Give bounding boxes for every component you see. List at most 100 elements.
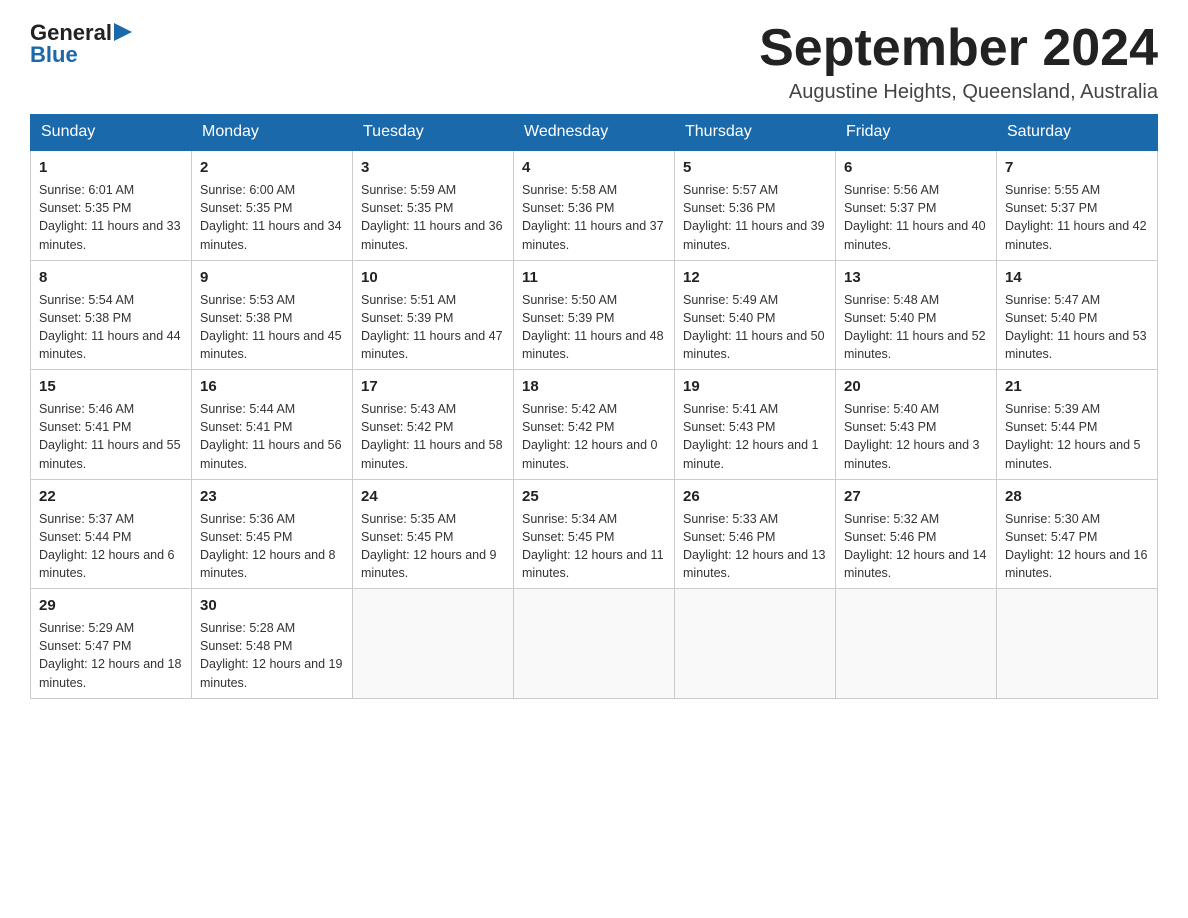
calendar-day-cell [514,589,675,699]
day-number: 15 [39,376,183,397]
day-info: Sunrise: 5:48 AMSunset: 5:40 PMDaylight:… [844,291,988,364]
calendar-day-cell: 15 Sunrise: 5:46 AMSunset: 5:41 PMDayligh… [31,370,192,480]
calendar-day-cell: 24 Sunrise: 5:35 AMSunset: 5:45 PMDayligh… [353,479,514,589]
day-number: 27 [844,486,988,507]
day-number: 3 [361,157,505,178]
calendar-day-cell: 18 Sunrise: 5:42 AMSunset: 5:42 PMDayligh… [514,370,675,480]
calendar-day-cell: 5 Sunrise: 5:57 AMSunset: 5:36 PMDaylight… [675,150,836,260]
location-title: Augustine Heights, Queensland, Australia [759,81,1158,104]
calendar-week-row: 8 Sunrise: 5:54 AMSunset: 5:38 PMDaylight… [31,260,1158,370]
day-info: Sunrise: 5:34 AMSunset: 5:45 PMDaylight:… [522,510,666,583]
day-number: 9 [200,267,344,288]
day-number: 23 [200,486,344,507]
day-number: 14 [1005,267,1149,288]
day-info: Sunrise: 5:36 AMSunset: 5:45 PMDaylight:… [200,510,344,583]
day-number: 1 [39,157,183,178]
day-number: 30 [200,595,344,616]
day-info: Sunrise: 5:49 AMSunset: 5:40 PMDaylight:… [683,291,827,364]
day-number: 24 [361,486,505,507]
calendar-header-tuesday: Tuesday [353,115,514,151]
day-info: Sunrise: 5:47 AMSunset: 5:40 PMDaylight:… [1005,291,1149,364]
day-number: 12 [683,267,827,288]
day-number: 18 [522,376,666,397]
calendar-day-cell: 7 Sunrise: 5:55 AMSunset: 5:37 PMDaylight… [997,150,1158,260]
day-info: Sunrise: 5:50 AMSunset: 5:39 PMDaylight:… [522,291,666,364]
calendar-day-cell: 22 Sunrise: 5:37 AMSunset: 5:44 PMDayligh… [31,479,192,589]
calendar-header-row: SundayMondayTuesdayWednesdayThursdayFrid… [31,115,1158,151]
calendar-day-cell: 17 Sunrise: 5:43 AMSunset: 5:42 PMDayligh… [353,370,514,480]
day-number: 7 [1005,157,1149,178]
day-info: Sunrise: 5:42 AMSunset: 5:42 PMDaylight:… [522,400,666,473]
day-number: 6 [844,157,988,178]
day-info: Sunrise: 5:37 AMSunset: 5:44 PMDaylight:… [39,510,183,583]
calendar-header-saturday: Saturday [997,115,1158,151]
calendar-day-cell: 3 Sunrise: 5:59 AMSunset: 5:35 PMDaylight… [353,150,514,260]
day-info: Sunrise: 5:53 AMSunset: 5:38 PMDaylight:… [200,291,344,364]
calendar-day-cell [353,589,514,699]
month-title: September 2024 [759,20,1158,77]
calendar-day-cell [997,589,1158,699]
day-info: Sunrise: 5:46 AMSunset: 5:41 PMDaylight:… [39,400,183,473]
day-number: 13 [844,267,988,288]
calendar-day-cell [675,589,836,699]
calendar-header-monday: Monday [192,115,353,151]
calendar-day-cell: 4Sunrise: 5:58 AMSunset: 5:36 PMDaylight… [514,150,675,260]
calendar-day-cell: 2 Sunrise: 6:00 AMSunset: 5:35 PMDaylight… [192,150,353,260]
day-number: 2 [200,157,344,178]
day-info: Sunrise: 5:41 AMSunset: 5:43 PMDaylight:… [683,400,827,473]
calendar-day-cell: 26 Sunrise: 5:33 AMSunset: 5:46 PMDayligh… [675,479,836,589]
day-info: Sunrise: 5:43 AMSunset: 5:42 PMDaylight:… [361,400,505,473]
calendar-day-cell: 28Sunrise: 5:30 AMSunset: 5:47 PMDayligh… [997,479,1158,589]
calendar-week-row: 1 Sunrise: 6:01 AMSunset: 5:35 PMDaylight… [31,150,1158,260]
day-number: 28 [1005,486,1149,507]
day-info: Sunrise: 5:51 AMSunset: 5:39 PMDaylight:… [361,291,505,364]
logo-arrow-icon [114,23,132,41]
calendar-day-cell: 12 Sunrise: 5:49 AMSunset: 5:40 PMDayligh… [675,260,836,370]
day-number: 26 [683,486,827,507]
calendar-week-row: 29 Sunrise: 5:29 AMSunset: 5:47 PMDayligh… [31,589,1158,699]
day-number: 20 [844,376,988,397]
day-info: Sunrise: 5:29 AMSunset: 5:47 PMDaylight:… [39,619,183,692]
logo: General Blue [30,20,132,68]
day-info: Sunrise: 5:54 AMSunset: 5:38 PMDaylight:… [39,291,183,364]
calendar-header-wednesday: Wednesday [514,115,675,151]
day-number: 16 [200,376,344,397]
day-number: 19 [683,376,827,397]
day-info: Sunrise: 5:44 AMSunset: 5:41 PMDaylight:… [200,400,344,473]
calendar-day-cell: 11 Sunrise: 5:50 AMSunset: 5:39 PMDayligh… [514,260,675,370]
day-number: 8 [39,267,183,288]
title-area: September 2024 Augustine Heights, Queens… [759,20,1158,104]
calendar-day-cell: 10Sunrise: 5:51 AMSunset: 5:39 PMDayligh… [353,260,514,370]
calendar-day-cell [836,589,997,699]
day-info: Sunrise: 5:35 AMSunset: 5:45 PMDaylight:… [361,510,505,583]
calendar-day-cell: 16 Sunrise: 5:44 AMSunset: 5:41 PMDayligh… [192,370,353,480]
day-info: Sunrise: 5:57 AMSunset: 5:36 PMDaylight:… [683,181,827,254]
calendar-day-cell: 6 Sunrise: 5:56 AMSunset: 5:37 PMDaylight… [836,150,997,260]
day-info: Sunrise: 5:40 AMSunset: 5:43 PMDaylight:… [844,400,988,473]
day-info: Sunrise: 5:56 AMSunset: 5:37 PMDaylight:… [844,181,988,254]
day-info: Sunrise: 5:39 AMSunset: 5:44 PMDaylight:… [1005,400,1149,473]
calendar-header-friday: Friday [836,115,997,151]
day-info: Sunrise: 6:00 AMSunset: 5:35 PMDaylight:… [200,181,344,254]
day-info: Sunrise: 6:01 AMSunset: 5:35 PMDaylight:… [39,181,183,254]
calendar-day-cell: 8 Sunrise: 5:54 AMSunset: 5:38 PMDaylight… [31,260,192,370]
day-number: 17 [361,376,505,397]
day-info: Sunrise: 5:32 AMSunset: 5:46 PMDaylight:… [844,510,988,583]
day-info: Sunrise: 5:55 AMSunset: 5:37 PMDaylight:… [1005,181,1149,254]
logo-blue: Blue [30,42,78,68]
day-info: Sunrise: 5:33 AMSunset: 5:46 PMDaylight:… [683,510,827,583]
calendar-header-sunday: Sunday [31,115,192,151]
calendar-day-cell: 20 Sunrise: 5:40 AMSunset: 5:43 PMDayligh… [836,370,997,480]
page-header: General Blue September 2024 Augustine He… [30,20,1158,104]
day-number: 22 [39,486,183,507]
calendar-day-cell: 23 Sunrise: 5:36 AMSunset: 5:45 PMDayligh… [192,479,353,589]
calendar-day-cell: 30Sunrise: 5:28 AMSunset: 5:48 PMDayligh… [192,589,353,699]
day-info: Sunrise: 5:59 AMSunset: 5:35 PMDaylight:… [361,181,505,254]
calendar-week-row: 22 Sunrise: 5:37 AMSunset: 5:44 PMDayligh… [31,479,1158,589]
day-number: 4 [522,157,666,178]
day-number: 5 [683,157,827,178]
day-number: 11 [522,267,666,288]
calendar-day-cell: 13 Sunrise: 5:48 AMSunset: 5:40 PMDayligh… [836,260,997,370]
day-number: 29 [39,595,183,616]
calendar-header-thursday: Thursday [675,115,836,151]
